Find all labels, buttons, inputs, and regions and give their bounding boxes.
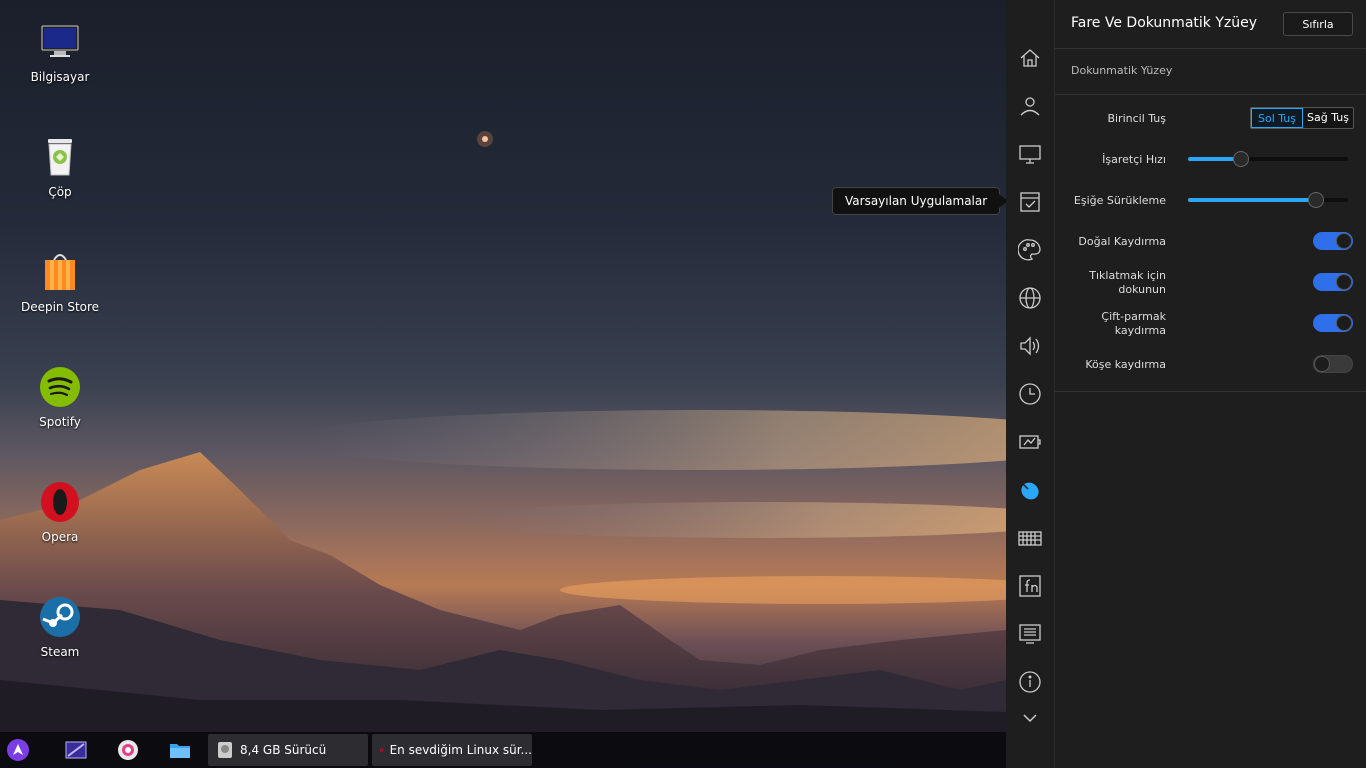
sound-icon <box>1020 336 1040 356</box>
drag-threshold-label: Eşiğe Sürükleme <box>1073 194 1166 207</box>
tooltip: Varsayılan Uygulamalar <box>832 187 1009 215</box>
file-manager-button[interactable] <box>166 736 194 764</box>
desktop-icon-label: Deepin Store <box>20 300 100 314</box>
mouse-icon <box>1021 482 1039 500</box>
slider-handle[interactable] <box>1232 151 1249 167</box>
edge-scroll-toggle[interactable] <box>1313 355 1353 373</box>
desktop-icon-label: Opera <box>41 530 79 544</box>
primary-button-selector: Sol Tuş Sağ Tuş <box>1250 107 1354 129</box>
launcher-icon <box>7 739 29 761</box>
taskbar: 8,4 GB Sürücü En sevdiğim Linux sür... <box>0 732 1006 768</box>
slider-fill <box>1188 198 1316 202</box>
reset-button[interactable]: Sıfırla <box>1283 12 1353 36</box>
nav-sound[interactable] <box>1018 334 1042 358</box>
account-icon <box>1020 97 1040 116</box>
nav-system-info[interactable] <box>1018 622 1042 646</box>
desktop-icon-opera[interactable]: Opera <box>10 480 110 544</box>
opera-icon <box>41 482 79 522</box>
tap-to-click-label-line2: dokunun <box>1118 283 1166 296</box>
tap-to-click-label: Tıklatmak için dokunun <box>1055 269 1166 297</box>
divider <box>1055 391 1366 392</box>
opera-icon <box>380 748 384 752</box>
settings-icon <box>118 740 138 760</box>
nav-more[interactable] <box>1018 706 1042 730</box>
multitasking-icon <box>65 741 87 759</box>
time-icon <box>1019 383 1041 405</box>
tap-to-click-label-line1: Tıklatmak için <box>1089 269 1166 282</box>
slider-handle[interactable] <box>1308 192 1324 208</box>
multitasking-button[interactable] <box>62 736 90 764</box>
default-apps-icon <box>1020 192 1040 212</box>
two-finger-scroll-label: Çift-parmak kaydırma <box>1055 310 1166 338</box>
store-icon <box>45 254 75 290</box>
nav-network[interactable] <box>1018 286 1042 310</box>
desktop-icon-label: Bilgisayar <box>30 70 90 84</box>
personalization-icon <box>1017 239 1041 261</box>
nav-time[interactable] <box>1018 382 1042 406</box>
home-icon <box>1020 49 1040 67</box>
right-button-option[interactable]: Sağ Tuş <box>1303 108 1353 128</box>
tap-to-click-toggle[interactable] <box>1313 273 1353 291</box>
edge-scroll-label: Köşe kaydırma <box>1085 358 1166 371</box>
pointer-speed-slider[interactable] <box>1188 151 1348 167</box>
taskbar-item-label: En sevdiğim Linux sür... <box>389 743 532 757</box>
display-icon <box>1019 145 1041 164</box>
nav-default-apps[interactable] <box>1018 190 1042 214</box>
two-finger-label-line2: kaydırma <box>1114 324 1166 337</box>
desktop-icon-label: Spotify <box>39 415 81 429</box>
desktop-icon-spotify[interactable]: Spotify <box>10 365 110 429</box>
two-finger-label-line1: Çift-parmak <box>1101 310 1166 323</box>
left-button-option[interactable]: Sol Tuş <box>1251 108 1303 128</box>
desktop-icon-steam[interactable]: Steam <box>10 595 110 659</box>
natural-scroll-label: Doğal Kaydırma <box>1078 235 1166 248</box>
pointer-speed-label: İşaretçi Hızı <box>1102 153 1166 166</box>
spotify-icon <box>40 367 80 407</box>
nav-fn[interactable] <box>1018 574 1042 598</box>
fn-icon <box>1019 575 1041 597</box>
info-icon <box>1019 671 1041 693</box>
desktop-icon-deepin-store[interactable]: Deepin Store <box>10 250 110 314</box>
taskbar-item-opera[interactable]: En sevdiğim Linux sür... <box>372 734 532 766</box>
settings-nav <box>1006 0 1054 768</box>
desktop-icon-computer[interactable]: Bilgisayar <box>10 20 110 84</box>
trash-icon <box>48 139 72 176</box>
desktop-icon-trash[interactable]: Çöp <box>10 135 110 199</box>
mouse-touchpad-panel: Fare Ve Dokunmatik Yzüey Sıfırla Dokunma… <box>1054 0 1366 768</box>
nav-personalization[interactable] <box>1017 238 1042 262</box>
steam-icon <box>40 597 80 637</box>
system-info-icon <box>1019 624 1041 644</box>
computer-icon <box>41 25 79 57</box>
taskbar-item-label: 8,4 GB Sürücü <box>240 743 327 757</box>
nav-keyboard[interactable] <box>1018 526 1042 550</box>
natural-scroll-toggle[interactable] <box>1313 232 1353 250</box>
nav-home[interactable] <box>1018 46 1042 70</box>
drive-icon <box>218 742 232 758</box>
network-icon <box>1019 287 1041 309</box>
taskbar-item-drive[interactable]: 8,4 GB Sürücü <box>208 734 368 766</box>
two-finger-scroll-toggle[interactable] <box>1313 314 1353 332</box>
nav-display[interactable] <box>1018 142 1042 166</box>
nav-info[interactable] <box>1018 670 1042 694</box>
power-icon <box>1019 435 1041 449</box>
file-manager-icon <box>170 744 190 758</box>
page-title: Fare Ve Dokunmatik Yzüey <box>1071 15 1258 31</box>
divider <box>1055 94 1366 95</box>
keyboard-icon <box>1018 531 1042 546</box>
divider <box>1055 48 1366 49</box>
nav-mouse[interactable] <box>1018 478 1042 502</box>
chevron-down-icon <box>1023 714 1037 723</box>
desktop-icon-label: Çöp <box>48 185 72 199</box>
drag-threshold-slider[interactable] <box>1188 192 1348 208</box>
primary-button-label: Birincil Tuş <box>1107 112 1166 125</box>
section-title: Dokunmatik Yüzey <box>1071 64 1173 77</box>
nav-power[interactable] <box>1018 430 1042 454</box>
launcher-button[interactable] <box>4 736 32 764</box>
nav-account[interactable] <box>1018 94 1042 118</box>
settings-button[interactable] <box>114 736 142 764</box>
desktop-icon-label: Steam <box>40 645 80 659</box>
desktop-wallpaper <box>0 0 1006 732</box>
